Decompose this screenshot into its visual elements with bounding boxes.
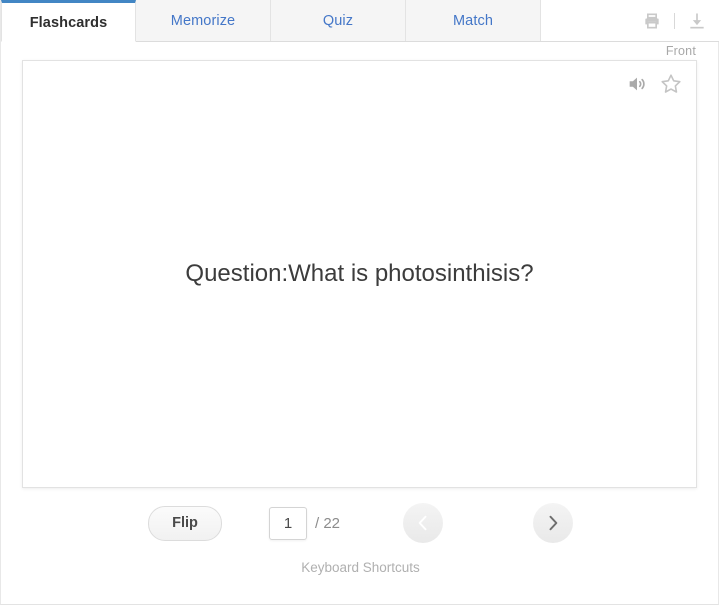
tab-match-label: Match	[453, 12, 493, 29]
tab-memorize-label: Memorize	[170, 12, 236, 29]
card-controls: Flip / 22	[1, 498, 719, 548]
tab-flashcards-label: Flashcards	[29, 14, 108, 31]
flip-button[interactable]: Flip	[147, 505, 222, 541]
print-icon	[645, 13, 659, 28]
page-total-label: / 22	[314, 514, 341, 532]
next-card-button[interactable]	[533, 503, 574, 543]
tools-divider	[674, 12, 675, 29]
download-icon	[690, 13, 704, 28]
tab-quiz-label: Quiz	[322, 12, 354, 29]
download-button[interactable]	[682, 6, 712, 36]
keyboard-shortcuts-link[interactable]: Keyboard Shortcuts	[1, 560, 719, 575]
flip-button-label: Flip	[172, 515, 198, 531]
card-side-label: Front	[665, 44, 696, 58]
tab-memorize[interactable]: Memorize	[136, 0, 271, 41]
chevron-right-icon	[549, 515, 558, 531]
tab-bar: Flashcards Memorize Quiz Match	[1, 0, 719, 42]
page-number-input[interactable]	[268, 506, 307, 540]
header-tools	[637, 0, 712, 41]
tab-match[interactable]: Match	[406, 0, 541, 41]
previous-card-button[interactable]	[403, 503, 444, 543]
tab-quiz[interactable]: Quiz	[271, 0, 406, 41]
flashcard-page: Flashcards Memorize Quiz Match Front Que…	[0, 0, 719, 605]
flashcard-text: Question:What is photosinthisis?	[185, 259, 534, 287]
print-button[interactable]	[637, 6, 667, 36]
flashcard[interactable]: Question:What is photosinthisis?	[22, 60, 697, 488]
chevron-left-icon	[418, 515, 427, 531]
pager: / 22	[268, 506, 341, 540]
tab-flashcards[interactable]: Flashcards	[1, 0, 136, 42]
